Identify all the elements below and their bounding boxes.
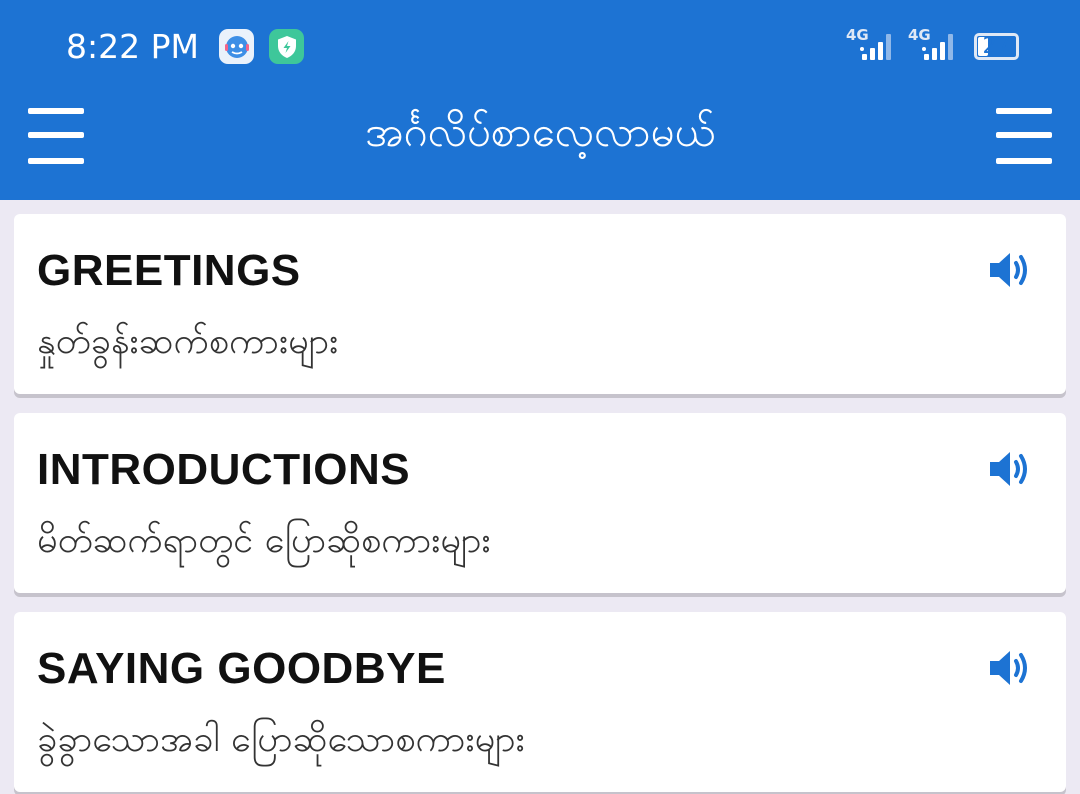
lesson-card-greetings[interactable]: GREETINGS နှုတ်ခွန်းဆက်စကားများ xyxy=(14,214,1066,394)
assistant-bot-icon xyxy=(219,29,254,64)
lesson-card-saying-goodbye[interactable]: SAYING GOODBYE ခွဲခွာသောအခါ ပြောဆိုသောစက… xyxy=(14,612,1066,792)
signal-bars-icon xyxy=(860,34,891,60)
app-header: 8:22 PM 4G 4G 27 အင်္ဂလိပ်စာလေ့လာမယ် xyxy=(0,0,1080,200)
security-shield-icon xyxy=(269,29,304,64)
speaker-icon[interactable] xyxy=(988,449,1034,489)
lesson-subtitle: ခွဲခွာသောအခါ ပြောဆိုသောစကားများ xyxy=(37,719,525,760)
lesson-title: INTRODUCTIONS xyxy=(37,445,411,494)
lesson-subtitle: မိတ်ဆက်ရာတွင် ပြောဆိုစကားများ xyxy=(37,520,491,561)
mobile-signal-2: 4G xyxy=(906,26,962,64)
right-menu-button[interactable] xyxy=(996,108,1052,166)
signal-bars-icon xyxy=(922,34,953,60)
status-time: 8:22 PM xyxy=(66,27,199,66)
lesson-card-introductions[interactable]: INTRODUCTIONS မိတ်ဆက်ရာတွင် ပြောဆိုစကားမ… xyxy=(14,413,1066,593)
left-menu-button[interactable] xyxy=(28,108,84,166)
mobile-signal-1: 4G xyxy=(844,26,900,64)
lesson-title: SAYING GOODBYE xyxy=(37,644,446,693)
lesson-subtitle: နှုတ်ခွန်းဆက်စကားများ xyxy=(37,321,339,362)
speaker-icon[interactable] xyxy=(988,648,1034,688)
speaker-icon[interactable] xyxy=(988,250,1034,290)
lesson-title: GREETINGS xyxy=(37,246,301,295)
app-title: အင်္ဂလိပ်စာလေ့လာမယ် xyxy=(364,107,716,156)
battery-icon: 27 xyxy=(974,33,1019,60)
battery-level: 27 xyxy=(982,34,1011,59)
